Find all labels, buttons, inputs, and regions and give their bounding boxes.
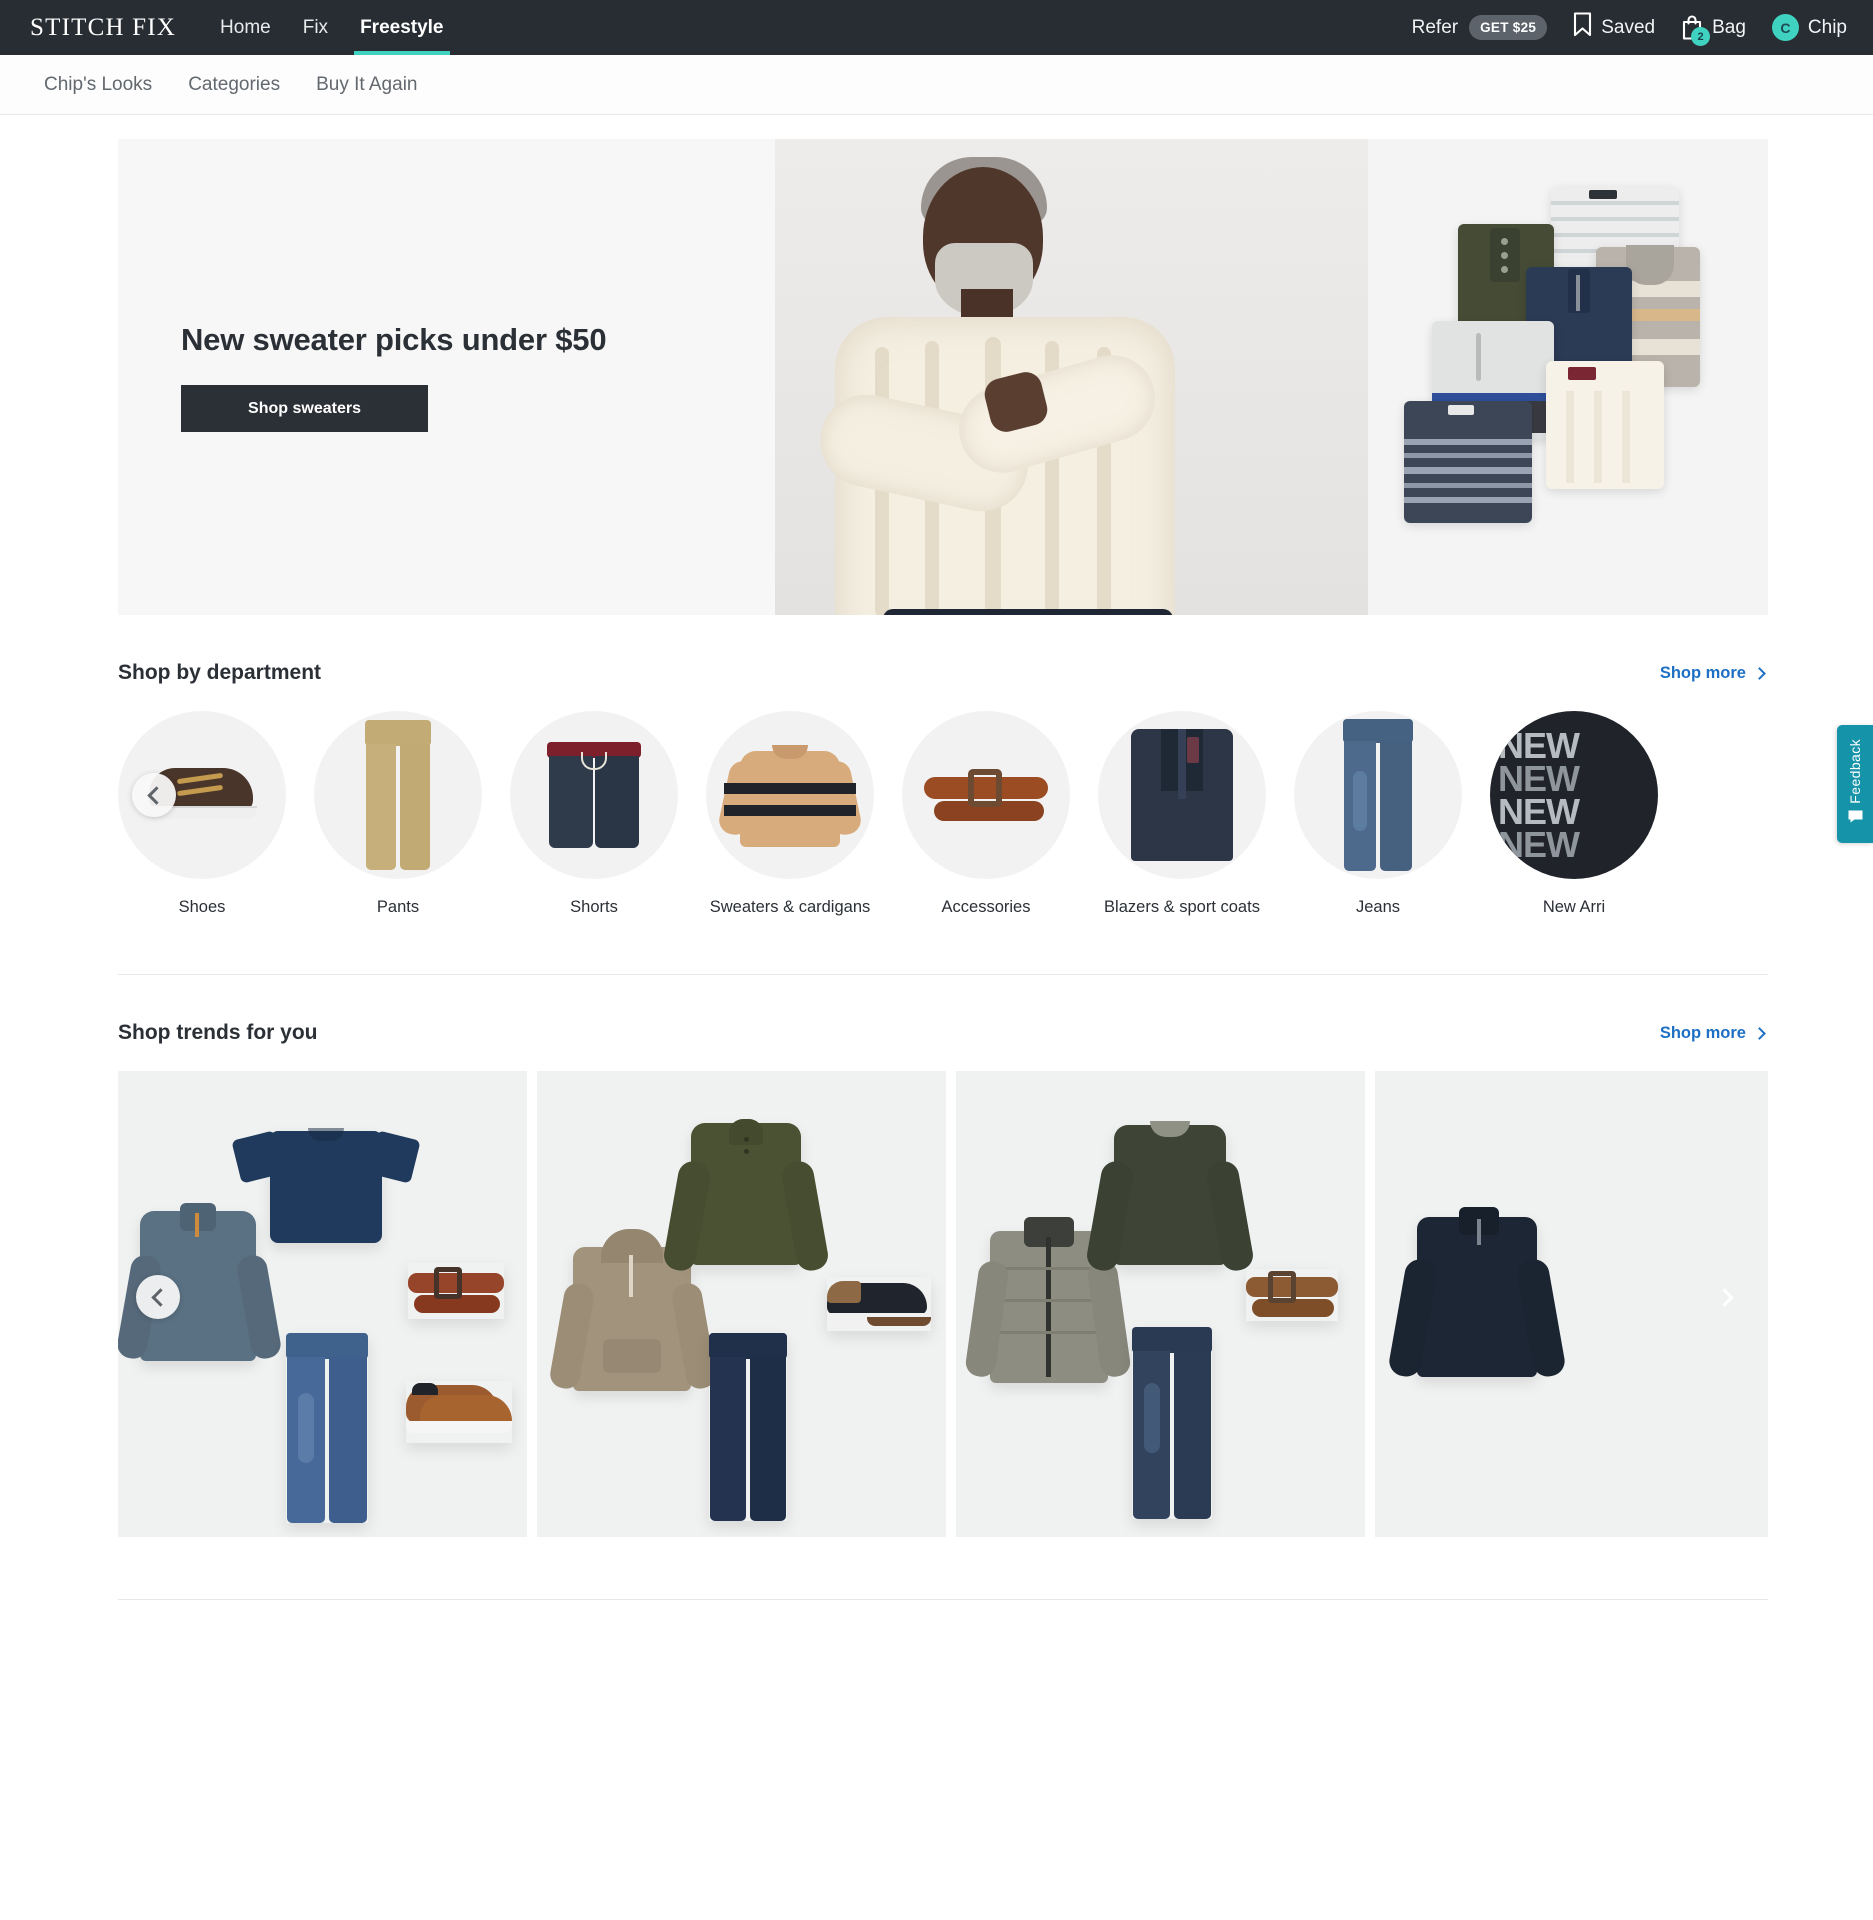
primary-nav: Home Fix Freestyle bbox=[204, 0, 459, 55]
feedback-label: Feedback bbox=[1847, 738, 1863, 804]
pants-image bbox=[314, 711, 482, 879]
trends-track bbox=[118, 1071, 1768, 1538]
chat-icon bbox=[1847, 809, 1864, 829]
top-navigation-bar: STITCH FIX Home Fix Freestyle Refer GET … bbox=[0, 0, 1873, 55]
department-label: Pants bbox=[376, 898, 420, 916]
department-section-title: Shop by department bbox=[118, 661, 322, 684]
trends-carousel-prev-button[interactable] bbox=[136, 1275, 180, 1320]
department-label: Blazers & sport coats bbox=[1104, 898, 1260, 916]
trend-card[interactable] bbox=[537, 1071, 946, 1538]
bag-count-badge: 2 bbox=[1691, 27, 1711, 46]
bottom-divider bbox=[118, 1599, 1768, 1601]
department-item-jeans[interactable]: Jeans bbox=[1294, 711, 1462, 918]
subnav-item-categories[interactable]: Categories bbox=[170, 74, 298, 96]
subnav-item-buy-it-again[interactable]: Buy It Again bbox=[298, 74, 435, 96]
blazers-image bbox=[1098, 711, 1266, 879]
department-label: New Arri bbox=[1542, 898, 1606, 916]
bag-button[interactable]: 2 Bag bbox=[1681, 15, 1746, 46]
department-carousel-next-button[interactable] bbox=[1722, 773, 1766, 817]
account-name: Chip bbox=[1807, 16, 1847, 38]
department-track: Shoes Pants Shorts Sweaters & cardigans … bbox=[118, 711, 1768, 918]
secondary-navigation-bar: Chip's Looks Categories Buy It Again bbox=[0, 55, 1873, 115]
sweaters-image bbox=[706, 711, 874, 879]
refer-badge: GET $25 bbox=[1469, 15, 1548, 40]
shop-by-department-section: Shop by department Shop more Shoes Pants… bbox=[118, 615, 1768, 918]
sweater-navy-striped bbox=[1404, 401, 1532, 523]
jeans-image bbox=[1294, 711, 1462, 879]
nav-item-freestyle[interactable]: Freestyle bbox=[344, 0, 459, 55]
nav-item-fix[interactable]: Fix bbox=[287, 0, 344, 55]
new-text: NEW bbox=[1498, 724, 1580, 766]
department-carousel: Shoes Pants Shorts Sweaters & cardigans … bbox=[118, 711, 1768, 918]
page-content: New sweater picks under $50 Shop sweater… bbox=[0, 139, 1873, 1602]
department-section-header: Shop by department Shop more bbox=[118, 661, 1768, 685]
sweater-cream-cable bbox=[1546, 361, 1664, 489]
dark-wash-jeans bbox=[1132, 1327, 1212, 1520]
hero-text-panel: New sweater picks under $50 Shop sweater… bbox=[118, 139, 775, 615]
department-item-shorts[interactable]: Shorts bbox=[510, 711, 678, 918]
department-label: Shoes bbox=[178, 898, 226, 916]
chevron-right-icon bbox=[1753, 1026, 1766, 1040]
department-shop-more-link[interactable]: Shop more bbox=[1659, 663, 1766, 683]
chevron-left-icon bbox=[146, 785, 166, 805]
new-text: NEW bbox=[1498, 824, 1580, 866]
navy-sneaker bbox=[827, 1277, 931, 1331]
saved-label: Saved bbox=[1601, 16, 1656, 38]
hero-banner[interactable]: New sweater picks under $50 Shop sweater… bbox=[118, 139, 1768, 615]
department-label: Sweaters & cardigans bbox=[709, 898, 871, 916]
shop-trends-section: Shop trends for you Shop more bbox=[118, 975, 1768, 1538]
shorts-image bbox=[510, 711, 678, 879]
department-label: Jeans bbox=[1355, 898, 1401, 916]
hero-title: New sweater picks under $50 bbox=[181, 322, 607, 357]
chevron-right-icon bbox=[1714, 1288, 1734, 1307]
chevron-right-icon bbox=[1732, 785, 1752, 805]
trends-shop-more-label: Shop more bbox=[1659, 1023, 1746, 1042]
brown-dress-shoes bbox=[406, 1381, 512, 1443]
bag-icon: 2 bbox=[1681, 15, 1711, 46]
trends-carousel-next-button[interactable] bbox=[1704, 1275, 1748, 1319]
department-item-pants[interactable]: Pants bbox=[314, 711, 482, 918]
subnav-item-chips-looks[interactable]: Chip's Looks bbox=[26, 74, 170, 96]
nav-item-home[interactable]: Home bbox=[204, 0, 287, 55]
department-item-new-arrivals[interactable]: NEW NEW NEW NEW New Arri bbox=[1490, 711, 1658, 918]
chevron-right-icon bbox=[1753, 666, 1766, 680]
trends-shop-more-link[interactable]: Shop more bbox=[1659, 1023, 1766, 1043]
chevron-left-icon bbox=[150, 1288, 170, 1307]
nav-utilities: Refer GET $25 Saved 2 Bag C Chip bbox=[1412, 12, 1847, 46]
navy-quarter-zip bbox=[1386, 1207, 1568, 1380]
brown-belt bbox=[408, 1263, 504, 1319]
department-label: Accessories bbox=[941, 898, 1031, 916]
trend-card[interactable] bbox=[956, 1071, 1365, 1538]
new-arrivals-image: NEW NEW NEW NEW bbox=[1490, 711, 1658, 879]
olive-crewneck bbox=[1084, 1121, 1256, 1274]
department-shop-more-label: Shop more bbox=[1659, 663, 1746, 682]
jeans bbox=[286, 1333, 368, 1524]
trend-card[interactable] bbox=[118, 1071, 527, 1538]
avatar: C bbox=[1771, 14, 1799, 41]
account-button[interactable]: C Chip bbox=[1771, 14, 1847, 41]
refer-label: Refer bbox=[1411, 16, 1459, 38]
dark-jeans bbox=[709, 1333, 787, 1522]
trends-section-header: Shop trends for you Shop more bbox=[118, 1021, 1768, 1045]
hero-model-image bbox=[775, 139, 1368, 615]
department-item-blazers-sport-coats[interactable]: Blazers & sport coats bbox=[1098, 711, 1266, 918]
feedback-tab[interactable]: Feedback bbox=[1837, 725, 1873, 843]
department-item-sweaters-cardigans[interactable]: Sweaters & cardigans bbox=[706, 711, 874, 918]
olive-henley bbox=[661, 1119, 831, 1274]
brand-logo[interactable]: STITCH FIX bbox=[30, 14, 176, 42]
tan-belt bbox=[1246, 1269, 1338, 1321]
department-label: Shorts bbox=[570, 898, 618, 916]
department-item-accessories[interactable]: Accessories bbox=[902, 711, 1070, 918]
hero-sweaters-image bbox=[1368, 139, 1768, 615]
shop-sweaters-button[interactable]: Shop sweaters bbox=[181, 385, 428, 432]
accessories-image bbox=[902, 711, 1070, 879]
bookmark-icon bbox=[1573, 12, 1592, 43]
saved-button[interactable]: Saved bbox=[1573, 12, 1655, 43]
bag-label: Bag bbox=[1712, 16, 1746, 38]
trends-section-title: Shop trends for you bbox=[118, 1021, 318, 1045]
department-carousel-prev-button[interactable] bbox=[132, 773, 176, 817]
trends-carousel bbox=[118, 1071, 1768, 1538]
navy-tee bbox=[231, 1128, 421, 1244]
refer-button[interactable]: Refer GET $25 bbox=[1412, 15, 1548, 40]
